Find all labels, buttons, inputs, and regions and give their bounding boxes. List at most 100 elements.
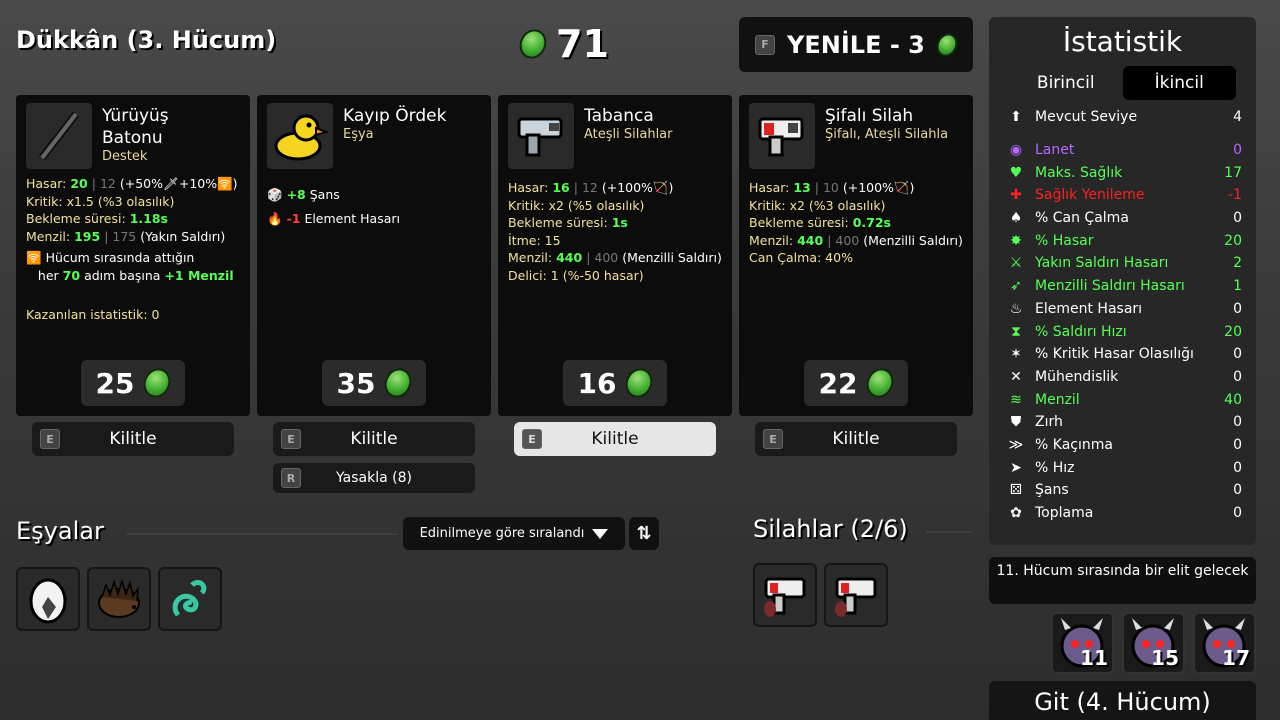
material-icon [139,363,176,403]
chevron-down-icon [592,528,609,539]
weapon-slot[interactable] [824,563,888,627]
stat-value: 1 [1233,278,1242,295]
lock-button[interactable]: E Kilitle [273,422,475,456]
stats-list: ⬆ Mevcut Seviye 4 ◉ Lanet 0 ♥ Maks. Sağlık 17 ✚ Sa… [989,106,1256,524]
stat-damage: Hasar: 20 | 12 (+50%🗡+10%🛜) [26,176,238,191]
items-title: Eşyalar [16,517,104,545]
crit-icon: ✶ [1010,346,1022,363]
go-next-wave-button[interactable]: Git (4. Hücum) [989,681,1256,720]
item-slot-tentacle[interactable] [158,567,222,631]
material-icon [862,363,899,403]
stat-label: Lanet [1035,142,1075,159]
key-hint-f: F [755,34,775,55]
stat-value: -1 [1228,187,1242,204]
sort-order-button[interactable]: ⇅ [629,517,659,550]
stat-label: Menzil [1035,391,1080,408]
tentacle-icon [172,580,207,617]
stat-row: ➶ Menzilli Saldırı Hasarı 1 [989,275,1256,298]
item-slot-hedgehog[interactable] [87,567,151,631]
level-icon: ⬆ [1010,109,1022,126]
stat-value: 0 [1233,210,1242,227]
tab-primary[interactable]: Birincil [1009,66,1123,100]
stat-value: 0 [1233,414,1242,431]
material-icon [621,363,658,403]
curse-icon: ◉ [1009,142,1023,159]
stat-cooldown: Bekleme süresi: 1s [508,215,628,230]
stat-value: 4 [1233,109,1242,126]
item-name: Şifalı Silah [825,106,914,126]
stat-knockback: İtme: 15 [508,232,561,248]
stat-value: 0 [1233,459,1242,476]
stats-panel: İstatistik Birincil İkincil ⬆ Mevcut Sevi… [989,17,1256,545]
item-name: Tabanca [584,106,654,126]
stat-label: % Saldırı Hızı [1035,323,1127,340]
weapon-slot[interactable] [753,563,817,627]
weapons-title: Silahlar (2/6) [753,515,908,543]
stat-crit: Kritik: x2 (%5 olasılık) [508,197,645,213]
reroll-label: YENİLE - 3 [787,30,925,59]
stat-label: Zırh [1035,414,1063,431]
stat-label: Mevcut Seviye [1035,109,1138,126]
shop-title: Dükkân (3. Hücum) [16,26,277,54]
element-icon: ♨ [1009,300,1023,317]
stat-damage: Hasar: 16 | 12 (+100%🏹) [508,180,674,195]
lock-button[interactable]: E Kilitle [32,422,234,456]
lock-button[interactable]: E Kilitle [755,422,957,456]
stat-row: ♨ Element Hasarı 0 [989,298,1256,321]
hedgehog-icon [98,578,140,618]
shop-card-baton[interactable]: Yürüyüş Batonu Destek Hasar: 20 | 12 (+50… [16,95,250,416]
shop-card-duck[interactable]: Kayıp Ördek Eşya 🎲 +8 Şans 🔥 -1 Element … [257,95,491,416]
stat-label: Menzilli Saldırı Hasarı [1035,278,1185,295]
material-icon [514,24,552,64]
stat-row: ⧗ % Saldırı Hızı 20 [989,320,1256,343]
stat-crit: Kritik: x1.5 (%3 olasılık) [26,193,175,209]
shop-card-medical-gun[interactable]: Şifalı Silah Şifalı, Ateşli Silahla Hasa… [739,95,973,416]
elite-notice: 11. Hücum sırasında bir elit gelecek [989,557,1256,604]
stat-row: ⚄ Şans 0 [989,479,1256,502]
shop-card-pistol[interactable]: Tabanca Ateşli Silahlar Hasar: 16 | 12 (… [498,95,732,416]
tab-secondary[interactable]: İkincil [1122,66,1236,100]
stat-row: ◉ Lanet 0 [989,139,1256,162]
stat-row: ♠ % Can Çalma 0 [989,207,1256,230]
price-tag[interactable]: 25 [81,360,185,406]
lock-button[interactable]: E Kilitle [514,422,716,456]
stat-crit: Kritik: x2 (%3 olasılık) [749,197,886,213]
stat-value: 17 [1224,164,1242,181]
harvest-icon: ✿ [1010,505,1022,522]
reroll-button[interactable]: F YENİLE - 3 [739,17,973,72]
stat-label: Toplama [1035,505,1094,522]
enemy-wave-card: 11 [1051,612,1114,674]
stat-luck: 🎲 +8 Şans [267,187,340,202]
stat-value: 0 [1233,300,1242,317]
duck-icon [267,103,333,169]
stat-row: ♥ Maks. Sağlık 17 [989,161,1256,184]
melee-icon: ⚔ [1009,255,1023,272]
price-tag[interactable]: 22 [804,360,908,406]
ban-button[interactable]: R Yasakla (8) [273,463,475,493]
heart-icon: ♥ [1009,164,1023,181]
stat-label: Yakın Saldırı Hasarı [1035,255,1169,272]
medical-gun-icon [764,577,806,617]
stat-range: Menzil: 440 | 400 (Menzilli Saldırı) [508,250,722,265]
item-slot-egg[interactable] [16,567,80,631]
luck-icon: ⚄ [1009,482,1023,499]
stat-effect: 🛜 Hücum sırasında attığın her 70 adım ba… [26,250,234,283]
price-tag[interactable]: 16 [563,360,667,406]
pistol-icon [508,103,574,169]
egg-icon [29,578,67,624]
price-tag[interactable]: 35 [322,360,426,406]
stat-row: ✕ Mühendislik 0 [989,366,1256,389]
sort-dropdown[interactable]: Edinilmeye göre sıralandı [403,517,625,550]
stat-damage: Hasar: 13 | 10 (+100%🏹) [749,180,915,195]
stat-value: 2 [1233,255,1242,272]
enemy-wave-card: 17 [1193,612,1256,674]
stat-label: Maks. Sağlık [1035,164,1123,181]
stat-row: ⛊ Zırh 0 [989,411,1256,434]
stat-pierce: Delici: 1 (%-50 hasar) [508,267,644,283]
regen-icon: ✚ [1010,187,1022,204]
stat-value: 20 [1224,323,1242,340]
item-type: Destek [102,149,148,164]
stat-label: % Hız [1035,459,1075,476]
stat-row: ✸ % Hasar 20 [989,229,1256,252]
stat-row: ➤ % Hız 0 [989,456,1256,479]
